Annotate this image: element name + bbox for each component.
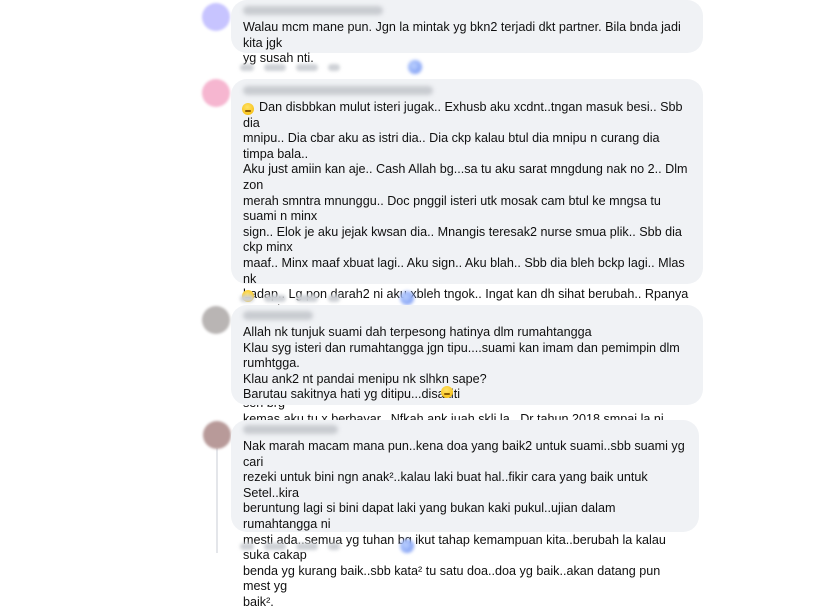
- share-button[interactable]: [296, 63, 318, 71]
- emoji-icon: [242, 103, 254, 115]
- comment-bubble: Dan disbbkan mulut isteri jugak.. Exhusb…: [231, 79, 703, 457]
- reply-button[interactable]: [264, 542, 286, 550]
- comment-text: Allah nk tunjuk suami dah terpesong hati…: [243, 325, 680, 402]
- reaction-icon[interactable]: [408, 60, 422, 74]
- share-button[interactable]: [296, 542, 318, 550]
- like-button[interactable]: [240, 542, 254, 550]
- commenter-name[interactable]: [243, 6, 383, 15]
- like-button[interactable]: [240, 63, 254, 71]
- avatar[interactable]: [203, 421, 231, 449]
- avatar[interactable]: [202, 3, 230, 31]
- reply-button[interactable]: [264, 294, 286, 302]
- avatar[interactable]: [202, 79, 230, 107]
- reaction-icon[interactable]: [400, 291, 414, 305]
- commenter-name[interactable]: [243, 86, 433, 95]
- reply-button[interactable]: [264, 63, 286, 71]
- like-button[interactable]: [240, 294, 254, 302]
- timestamp: [328, 63, 340, 71]
- comment-bubble: Nak marah macam mana pun..kena doa yang …: [231, 420, 699, 609]
- comment-bubble: Allah nk tunjuk suami dah terpesong hati…: [231, 305, 703, 405]
- comment-bubble: Walau mcm mane pun. Jgn la mintak yg bkn…: [231, 0, 703, 65]
- reaction-icon[interactable]: [400, 539, 414, 553]
- comment-actions: [240, 60, 422, 74]
- emoji-icon: [441, 386, 453, 398]
- comment-actions: [240, 291, 414, 305]
- share-button[interactable]: [296, 294, 318, 302]
- comment-actions: [240, 539, 414, 553]
- thread-line: [216, 448, 218, 553]
- commenter-name[interactable]: [243, 425, 338, 434]
- commenter-name[interactable]: [243, 311, 313, 320]
- comment-text: Nak marah macam mana pun..kena doa yang …: [243, 439, 685, 609]
- avatar[interactable]: [202, 306, 230, 334]
- timestamp: [328, 294, 340, 302]
- timestamp: [328, 542, 340, 550]
